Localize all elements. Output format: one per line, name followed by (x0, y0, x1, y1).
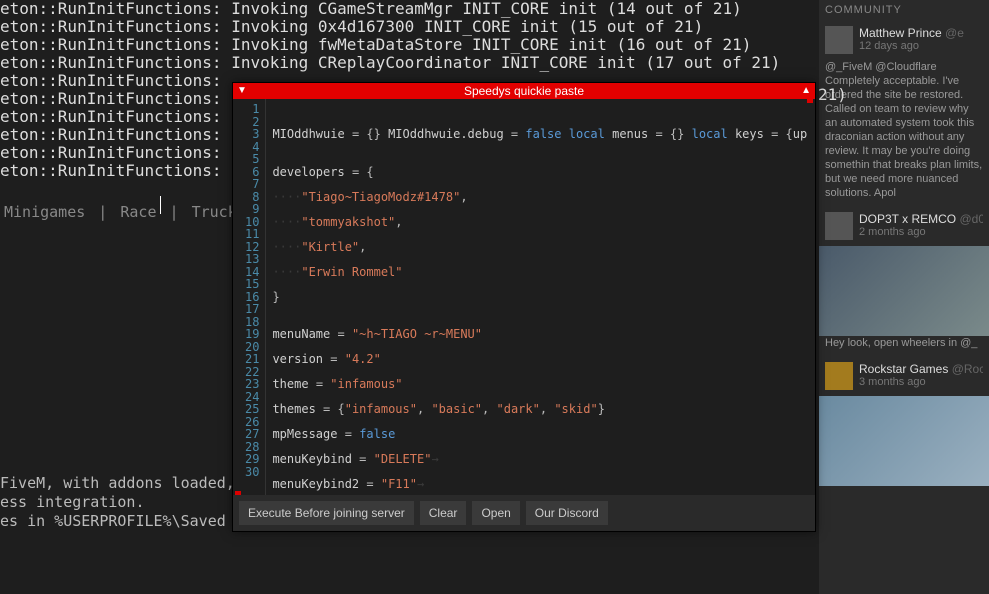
feed-item[interactable]: Rockstar Games @Roc 3 months ago (819, 356, 989, 396)
code-editor-window: ▼ Speedys quickie paste ▲ 1 2 3 4 5 6 7 … (232, 82, 816, 532)
author-name: Rockstar Games @Roc (859, 362, 983, 376)
feed-body: Hey look, open wheelers in @_ (819, 336, 989, 356)
nav-minigames[interactable]: Minigames (0, 203, 89, 221)
editor-body[interactable]: 1 2 3 4 5 6 7 8 9 10 11 12 13 14 15 16 1… (233, 99, 815, 495)
feed-item[interactable]: Matthew Prince @e 12 days ago (819, 20, 989, 60)
console-fragment: 21) (818, 85, 847, 104)
nav-race[interactable]: Race (116, 203, 160, 221)
avatar (825, 26, 853, 54)
community-heading: COMMUNITY (819, 0, 989, 20)
video-thumbnail[interactable] (819, 396, 989, 486)
triangle-down-icon: ▼ (237, 83, 247, 99)
scroll-marker (235, 491, 241, 495)
clear-button[interactable]: Clear (420, 501, 467, 525)
execute-button[interactable]: Execute Before joining server (239, 501, 414, 525)
line-number-gutter: 1 2 3 4 5 6 7 8 9 10 11 12 13 14 15 16 1… (233, 99, 266, 495)
author-name: Matthew Prince @e (859, 26, 983, 40)
timestamp: 2 months ago (859, 226, 983, 238)
discord-button[interactable]: Our Discord (526, 501, 608, 525)
code-area[interactable]: MIOddhwuie = {} MIOddhwuie.debug = false… (266, 99, 815, 495)
bottom-text-fragment: FiveM, with addons loaded, Fiv ess integ… (0, 474, 271, 531)
timestamp: 3 months ago (859, 376, 983, 388)
triangle-up-icon: ▲ (801, 83, 811, 99)
video-thumbnail[interactable] (819, 246, 989, 336)
editor-footer: Execute Before joining server Clear Open… (233, 495, 815, 531)
timestamp: 12 days ago (859, 40, 983, 52)
scroll-marker (807, 99, 813, 103)
open-button[interactable]: Open (472, 501, 519, 525)
author-name: DOP3T x REMCO @d0p (859, 212, 983, 226)
feed-item[interactable]: DOP3T x REMCO @d0p 2 months ago (819, 206, 989, 246)
avatar (825, 362, 853, 390)
editor-title-text: Speedys quickie paste (464, 84, 584, 98)
feed-body: @_FiveM @Cloudflare Completely acceptabl… (819, 60, 989, 206)
avatar (825, 212, 853, 240)
editor-titlebar[interactable]: ▼ Speedys quickie paste ▲ (233, 83, 815, 99)
